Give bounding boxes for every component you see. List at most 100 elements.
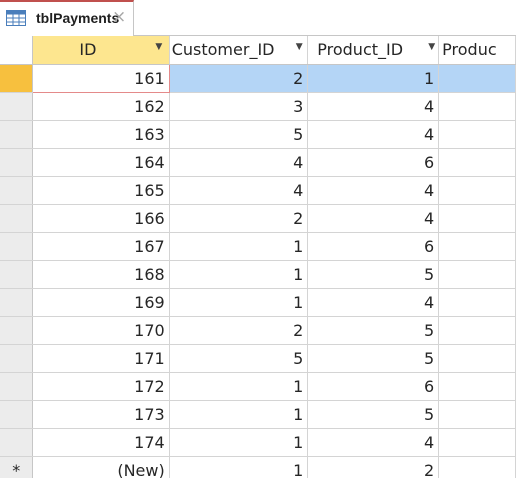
record-selector[interactable] [0, 400, 34, 429]
record-selector[interactable] [0, 148, 34, 177]
table-row[interactable]: 168 1 5 [0, 260, 516, 289]
table-row[interactable]: 163 5 4 [0, 120, 516, 149]
table-row[interactable]: 161 2 1 [0, 63, 516, 93]
cell-product[interactable] [438, 148, 516, 177]
record-selector[interactable] [0, 120, 34, 149]
cell-customer-id[interactable]: 1 [169, 260, 309, 289]
new-record-marker[interactable]: * [0, 456, 34, 478]
cell-product[interactable] [438, 456, 516, 478]
cell-id[interactable]: 162 [32, 92, 170, 121]
cell-id[interactable]: 169 [32, 288, 170, 317]
cell-id[interactable]: 163 [32, 120, 170, 149]
cell-customer-id[interactable]: 1 [169, 428, 309, 457]
select-all-corner[interactable] [0, 36, 34, 65]
record-selector[interactable] [0, 344, 34, 373]
cell-product[interactable] [438, 288, 516, 317]
record-selector[interactable] [0, 232, 34, 261]
column-dropdown-icon[interactable]: ▼ [428, 42, 435, 52]
cell-product[interactable] [438, 232, 516, 261]
cell-id[interactable]: 167 [32, 232, 170, 261]
cell-id[interactable]: 172 [32, 372, 170, 401]
cell-customer-id[interactable]: 5 [169, 344, 309, 373]
cell-product-id[interactable]: 4 [307, 204, 440, 233]
cell-product-id[interactable]: 6 [307, 372, 440, 401]
column-dropdown-icon[interactable]: ▼ [296, 42, 303, 52]
cell-id[interactable]: 161 [32, 63, 170, 93]
cell-customer-id[interactable]: 3 [169, 92, 309, 121]
cell-product-id[interactable]: 4 [307, 120, 440, 149]
cell-customer-id[interactable]: 4 [169, 148, 309, 177]
table-row[interactable]: 165 4 4 [0, 176, 516, 205]
cell-customer-id[interactable]: 1 [169, 232, 309, 261]
table-row[interactable]: 167 1 6 [0, 232, 516, 261]
cell-id[interactable]: 174 [32, 428, 170, 457]
record-selector[interactable] [0, 92, 34, 121]
record-selector[interactable] [0, 204, 34, 233]
cell-customer-id[interactable]: 1 [169, 288, 309, 317]
new-record-row[interactable]: * (New) 1 2 [0, 456, 516, 478]
cell-id[interactable]: 170 [32, 316, 170, 345]
cell-customer-id[interactable]: 1 [169, 400, 309, 429]
cell-product[interactable] [438, 260, 516, 289]
cell-product-id[interactable]: 1 [307, 64, 440, 93]
column-header-id[interactable]: ID ▼ [32, 36, 170, 65]
cell-product[interactable] [438, 344, 516, 373]
column-header-product[interactable]: Produc [438, 36, 516, 65]
cell-product-id[interactable]: 2 [307, 456, 440, 478]
cell-product[interactable] [438, 428, 516, 457]
cell-product[interactable] [438, 176, 516, 205]
record-selector[interactable] [0, 260, 34, 289]
table-row[interactable]: 174 1 4 [0, 428, 516, 457]
record-selector[interactable] [0, 176, 34, 205]
cell-id[interactable]: 173 [32, 400, 170, 429]
cell-product-id[interactable]: 6 [307, 232, 440, 261]
cell-product[interactable] [438, 92, 516, 121]
cell-id[interactable]: 164 [32, 148, 170, 177]
cell-customer-id[interactable]: 1 [169, 372, 309, 401]
cell-product-id[interactable]: 5 [307, 260, 440, 289]
record-selector[interactable] [0, 372, 34, 401]
table-row[interactable]: 170 2 5 [0, 316, 516, 345]
column-header-product-id[interactable]: Product_ID ▼ [307, 36, 440, 65]
table-row[interactable]: 166 2 4 [0, 204, 516, 233]
table-row[interactable]: 173 1 5 [0, 400, 516, 429]
cell-id[interactable]: 171 [32, 344, 170, 373]
close-tab-button[interactable]: × [112, 7, 126, 27]
record-selector[interactable] [0, 288, 34, 317]
cell-id[interactable]: 165 [32, 176, 170, 205]
cell-customer-id[interactable]: 2 [169, 316, 309, 345]
cell-product-id[interactable]: 4 [307, 92, 440, 121]
tab-tblpayments[interactable]: tblPayments × [0, 0, 134, 36]
cell-product-id[interactable]: 4 [307, 288, 440, 317]
cell-id[interactable]: 168 [32, 260, 170, 289]
cell-product[interactable] [438, 400, 516, 429]
table-row[interactable]: 164 4 6 [0, 148, 516, 177]
cell-product-id[interactable]: 5 [307, 344, 440, 373]
column-dropdown-icon[interactable]: ▼ [155, 42, 162, 52]
cell-customer-id[interactable]: 5 [169, 120, 309, 149]
table-row[interactable]: 162 3 4 [0, 92, 516, 121]
table-row[interactable]: 169 1 4 [0, 288, 516, 317]
table-row[interactable]: 171 5 5 [0, 344, 516, 373]
cell-customer-id[interactable]: 1 [169, 456, 309, 478]
cell-product-id[interactable]: 5 [307, 400, 440, 429]
cell-id[interactable]: (New) [32, 456, 170, 478]
cell-product[interactable] [438, 64, 516, 93]
cell-product-id[interactable]: 5 [307, 316, 440, 345]
record-selector[interactable] [0, 428, 34, 457]
column-header-customer-id[interactable]: Customer_ID ▼ [169, 36, 309, 65]
cell-product-id[interactable]: 4 [307, 428, 440, 457]
cell-product-id[interactable]: 6 [307, 148, 440, 177]
cell-product-id[interactable]: 4 [307, 176, 440, 205]
cell-customer-id[interactable]: 4 [169, 176, 309, 205]
record-selector[interactable] [0, 64, 34, 93]
cell-customer-id[interactable]: 2 [169, 204, 309, 233]
cell-product[interactable] [438, 372, 516, 401]
cell-id[interactable]: 166 [32, 204, 170, 233]
cell-customer-id[interactable]: 2 [169, 64, 309, 93]
cell-product[interactable] [438, 204, 516, 233]
cell-product[interactable] [438, 316, 516, 345]
table-row[interactable]: 172 1 6 [0, 372, 516, 401]
cell-product[interactable] [438, 120, 516, 149]
record-selector[interactable] [0, 316, 34, 345]
